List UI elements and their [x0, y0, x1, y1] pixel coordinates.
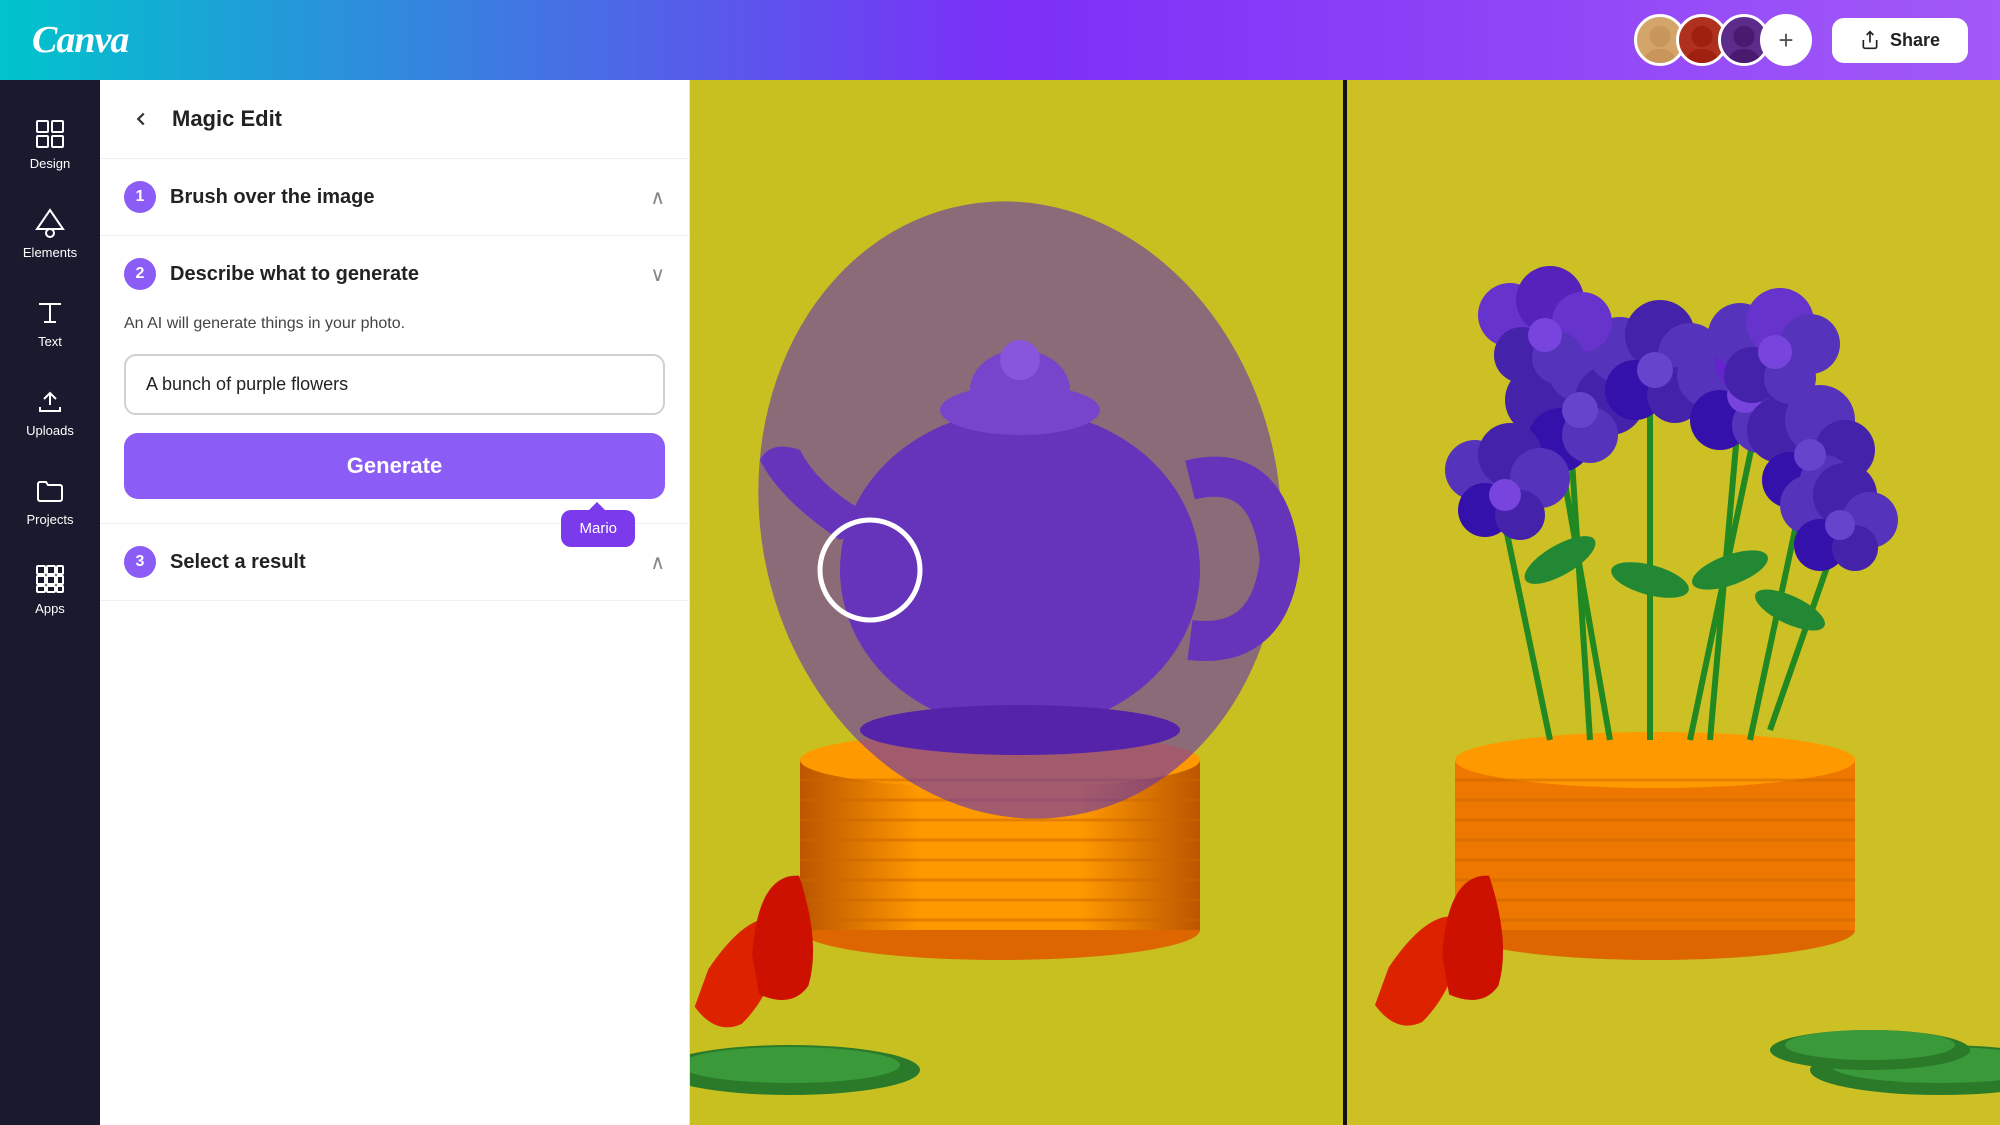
panel-title: Magic Edit [172, 106, 282, 132]
sidebar-item-apps[interactable]: Apps [5, 545, 95, 634]
step-1-chevron: ∧ [650, 185, 665, 210]
body: Design Elements Text Up [0, 80, 2000, 1125]
sidebar-item-elements-label: Elements [23, 245, 77, 260]
step-1-header-left: 1 Brush over the image [124, 181, 375, 213]
sidebar-item-uploads-label: Uploads [26, 423, 74, 438]
sidebar-item-text[interactable]: Text [5, 278, 95, 367]
text-icon [34, 296, 66, 328]
uploads-icon [34, 385, 66, 417]
step-2-header[interactable]: 2 Describe what to generate ∨ [100, 236, 689, 312]
step-1: 1 Brush over the image ∧ [100, 159, 689, 236]
apps-icon [34, 563, 66, 595]
step-2-title: Describe what to generate [170, 263, 419, 286]
step-1-title: Brush over the image [170, 186, 375, 209]
step-2-chevron: ∨ [650, 262, 665, 287]
step-2-content: An AI will generate things in your photo… [100, 312, 689, 523]
sidebar-item-projects[interactable]: Projects [5, 456, 95, 545]
step-3-chevron: ∧ [650, 550, 665, 575]
sidebar: Design Elements Text Up [0, 80, 100, 1125]
canvas-area[interactable] [690, 80, 2000, 1125]
step-2-number: 2 [124, 258, 156, 290]
sidebar-item-elements[interactable]: Elements [5, 189, 95, 278]
step-1-header[interactable]: 1 Brush over the image ∧ [100, 159, 689, 235]
step-1-number: 1 [124, 181, 156, 213]
sidebar-item-projects-label: Projects [27, 512, 74, 527]
canvas-image [690, 80, 2000, 1125]
share-icon [1860, 30, 1880, 50]
add-collaborator-button[interactable]: + [1760, 14, 1812, 66]
step-2-header-left: 2 Describe what to generate [124, 258, 419, 290]
back-icon [130, 108, 152, 130]
share-button[interactable]: Share [1832, 18, 1968, 63]
sidebar-item-text-label: Text [38, 334, 62, 349]
elements-icon [34, 207, 66, 239]
sidebar-item-uploads[interactable]: Uploads [5, 367, 95, 456]
header: Canva + Share [0, 0, 2000, 80]
step-2-description: An AI will generate things in your photo… [124, 312, 665, 336]
sidebar-item-design[interactable]: Design [5, 100, 95, 189]
tooltip-mario: Mario [561, 510, 635, 547]
back-button[interactable] [124, 102, 158, 136]
header-right: + Share [1634, 14, 1968, 66]
projects-icon [34, 474, 66, 506]
avatars-group: + [1634, 14, 1812, 66]
sidebar-item-apps-label: Apps [35, 601, 65, 616]
panel-header: Magic Edit [100, 80, 689, 159]
prompt-input[interactable] [124, 354, 665, 415]
step-2: 2 Describe what to generate ∨ An AI will… [100, 236, 689, 524]
generate-btn-wrapper: Generate Mario [124, 433, 665, 499]
canva-logo: Canva [32, 18, 128, 62]
step-3-number: 3 [124, 546, 156, 578]
generate-button[interactable]: Generate [124, 433, 665, 499]
step-3-title: Select a result [170, 551, 306, 574]
panel: Magic Edit 1 Brush over the image ∧ 2 De… [100, 80, 690, 1125]
sidebar-item-design-label: Design [30, 156, 70, 171]
design-icon [34, 118, 66, 150]
step-3-header-left: 3 Select a result [124, 546, 306, 578]
